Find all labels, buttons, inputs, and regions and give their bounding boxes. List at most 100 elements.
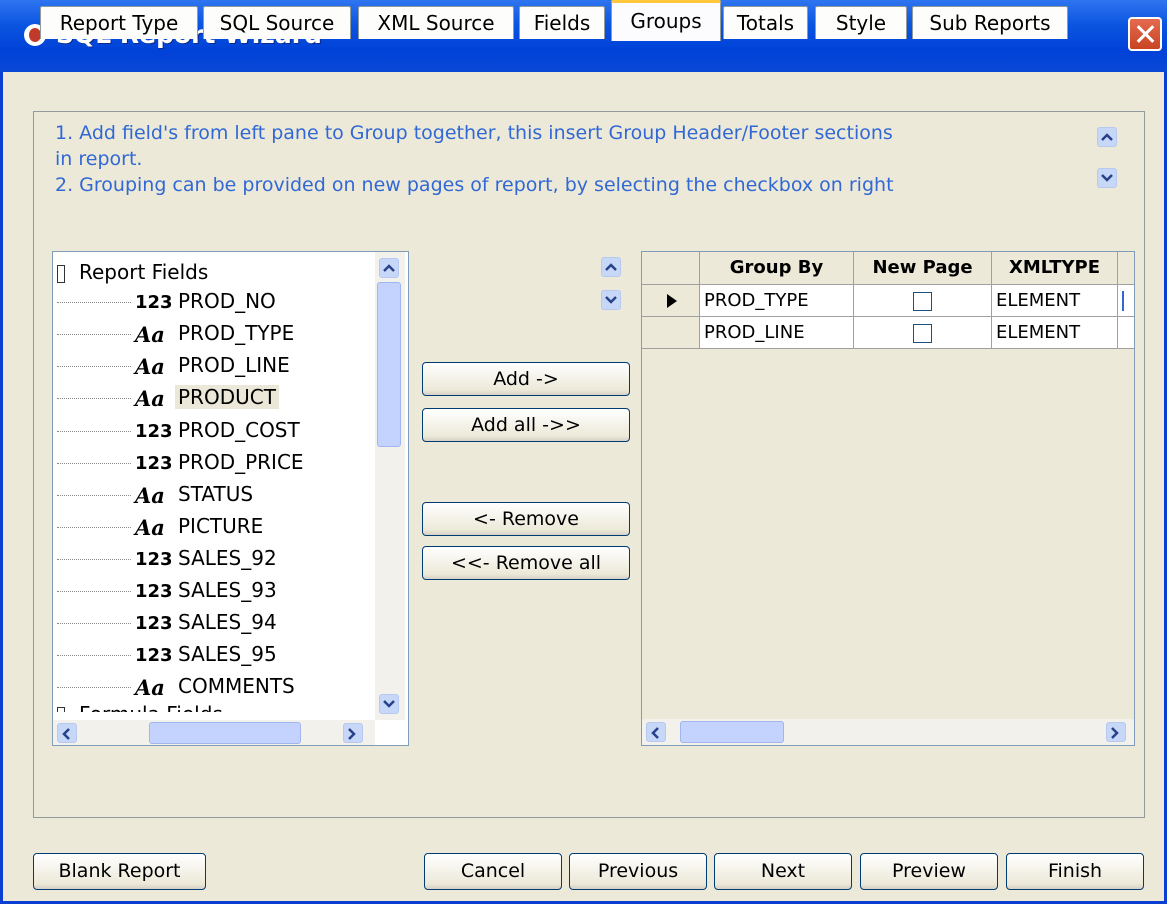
numeric-field-icon: 123 [135, 580, 173, 602]
cell-xmltype[interactable]: ELEMENT [992, 317, 1118, 349]
tab-report-type[interactable]: Report Type [40, 6, 198, 39]
chevron-right-icon [348, 728, 356, 740]
grid-corner-header [642, 252, 700, 285]
tree-vertical-scrollbar[interactable] [375, 252, 405, 720]
instructions-text: 1. Add field's from left pane to Group t… [55, 120, 1075, 198]
grid-scroll-right-button[interactable] [1106, 722, 1126, 742]
tab-sql-source[interactable]: SQL Source [203, 6, 351, 39]
tree-item[interactable]: 123 SALES_95 [57, 639, 280, 669]
tree-item[interactable]: Aa STATUS [57, 479, 256, 509]
tree-root-report-fields[interactable]: Report Fields [57, 258, 208, 286]
row-selector-current[interactable] [642, 285, 700, 317]
tab-sub-reports[interactable]: Sub Reports [912, 6, 1068, 39]
tree-item[interactable]: 123 SALES_94 [57, 607, 280, 637]
chevron-down-icon [1101, 174, 1113, 182]
tab-fields[interactable]: Fields [519, 6, 605, 39]
column-header-new-page[interactable]: New Page [854, 252, 992, 285]
chevron-right-icon [1111, 727, 1119, 739]
tab-groups[interactable]: Groups [611, 0, 721, 41]
instruction-line-2: in report. [55, 148, 143, 170]
text-field-icon: Aa [135, 353, 165, 379]
tree-horizontal-scrollbar[interactable] [53, 720, 375, 745]
tree-scroll-thumb[interactable] [377, 282, 401, 447]
preview-button[interactable]: Preview [860, 853, 998, 890]
tree-item[interactable]: 123 PROD_COST [57, 415, 303, 445]
cell-new-page[interactable] [854, 317, 992, 349]
cell-group-by[interactable]: PROD_LINE [700, 317, 854, 349]
tree-node-icon [57, 706, 65, 712]
tree-item[interactable]: Aa COMMENTS [57, 671, 298, 701]
move-group-up-button[interactable] [601, 257, 621, 277]
new-page-checkbox[interactable] [913, 323, 932, 343]
tree-item[interactable]: 123 PROD_PRICE [57, 447, 307, 477]
tree-node-icon [57, 264, 65, 283]
tree-root-label: Report Fields [79, 260, 209, 284]
grid-scroll-left-button[interactable] [646, 722, 666, 742]
cell-extra[interactable] [1118, 285, 1134, 317]
cancel-button[interactable]: Cancel [424, 853, 562, 890]
new-page-checkbox[interactable] [913, 291, 932, 311]
cell-group-by[interactable]: PROD_TYPE [700, 285, 854, 317]
chevron-up-icon [383, 264, 395, 272]
remove-button[interactable]: <- Remove [422, 502, 630, 536]
current-row-arrow-icon [667, 294, 677, 308]
tab-totals[interactable]: Totals [723, 6, 808, 39]
instruction-line-3: 2. Grouping can be provided on new pages… [55, 174, 894, 196]
chevron-down-icon [383, 700, 395, 708]
blank-report-button[interactable]: Blank Report [33, 853, 206, 890]
tree-item[interactable]: Aa PROD_LINE [57, 350, 293, 380]
text-field-icon: Aa [135, 514, 165, 540]
close-button[interactable] [1128, 17, 1162, 51]
tree-content: Report Fields 123 PROD_NO Aa PROD_TYPE Aa P… [53, 252, 373, 712]
chevron-up-icon [1101, 133, 1113, 141]
instructions-scroll-down-button[interactable] [1097, 168, 1117, 188]
instructions-scroll-up-button[interactable] [1097, 127, 1117, 147]
next-button[interactable]: Next [714, 853, 852, 890]
tree-item-selected[interactable]: Aa PRODUCT [57, 382, 279, 412]
numeric-field-icon: 123 [135, 612, 173, 634]
tree-scroll-h-thumb[interactable] [149, 722, 301, 744]
text-field-icon: Aa [135, 385, 165, 411]
tree-item[interactable]: 123 SALES_93 [57, 575, 280, 605]
grid-horizontal-scrollbar[interactable] [642, 719, 1134, 745]
tree-root-formula-fields[interactable]: Formula Fields [57, 700, 223, 712]
numeric-field-icon: 123 [135, 644, 173, 666]
text-field-icon: Aa [135, 321, 165, 347]
chevron-left-icon [651, 727, 659, 739]
tree-item[interactable]: Aa PICTURE [57, 511, 266, 541]
text-field-icon: Aa [135, 482, 165, 508]
tree-scroll-right-button[interactable] [343, 723, 363, 743]
text-field-icon: Aa [135, 674, 165, 700]
tab-style[interactable]: Style [815, 6, 907, 39]
column-header-extra [1118, 252, 1134, 285]
column-header-group-by[interactable]: Group By [700, 252, 854, 285]
tree-scroll-up-button[interactable] [379, 258, 399, 278]
tree-item[interactable]: Aa PROD_TYPE [57, 318, 297, 348]
cell-extra[interactable] [1118, 317, 1134, 349]
add-button[interactable]: Add -> [422, 362, 630, 396]
instruction-line-1: 1. Add field's from left pane to Group t… [55, 122, 893, 144]
numeric-field-icon: 123 [135, 291, 173, 313]
numeric-field-icon: 123 [135, 420, 173, 442]
tree-item[interactable]: 123 PROD_NO [57, 286, 279, 316]
finish-button[interactable]: Finish [1006, 853, 1144, 890]
previous-button[interactable]: Previous [569, 853, 707, 890]
tab-xml-source[interactable]: XML Source [358, 6, 514, 39]
move-group-down-button[interactable] [601, 290, 621, 310]
tree-scroll-left-button[interactable] [57, 723, 77, 743]
remove-all-button[interactable]: <<- Remove all [422, 546, 630, 580]
cell-new-page[interactable] [854, 285, 992, 317]
numeric-field-icon: 123 [135, 548, 173, 570]
column-header-xmltype[interactable]: XMLTYPE [992, 252, 1118, 285]
row-selector[interactable] [642, 317, 700, 349]
add-all-button[interactable]: Add all ->> [422, 408, 630, 442]
tree-root-label: Formula Fields [79, 702, 223, 712]
group-by-grid[interactable]: Group By New Page XMLTYPE PROD_TYPE ELEM… [641, 251, 1135, 746]
cell-xmltype[interactable]: ELEMENT [992, 285, 1118, 317]
report-fields-tree[interactable]: Report Fields 123 PROD_NO Aa PROD_TYPE Aa P… [52, 251, 409, 746]
chevron-up-icon [605, 263, 617, 271]
tree-scroll-down-button[interactable] [379, 694, 399, 714]
grid-scroll-thumb[interactable] [680, 721, 784, 743]
chevron-down-icon [605, 296, 617, 304]
tree-item[interactable]: 123 SALES_92 [57, 543, 280, 573]
